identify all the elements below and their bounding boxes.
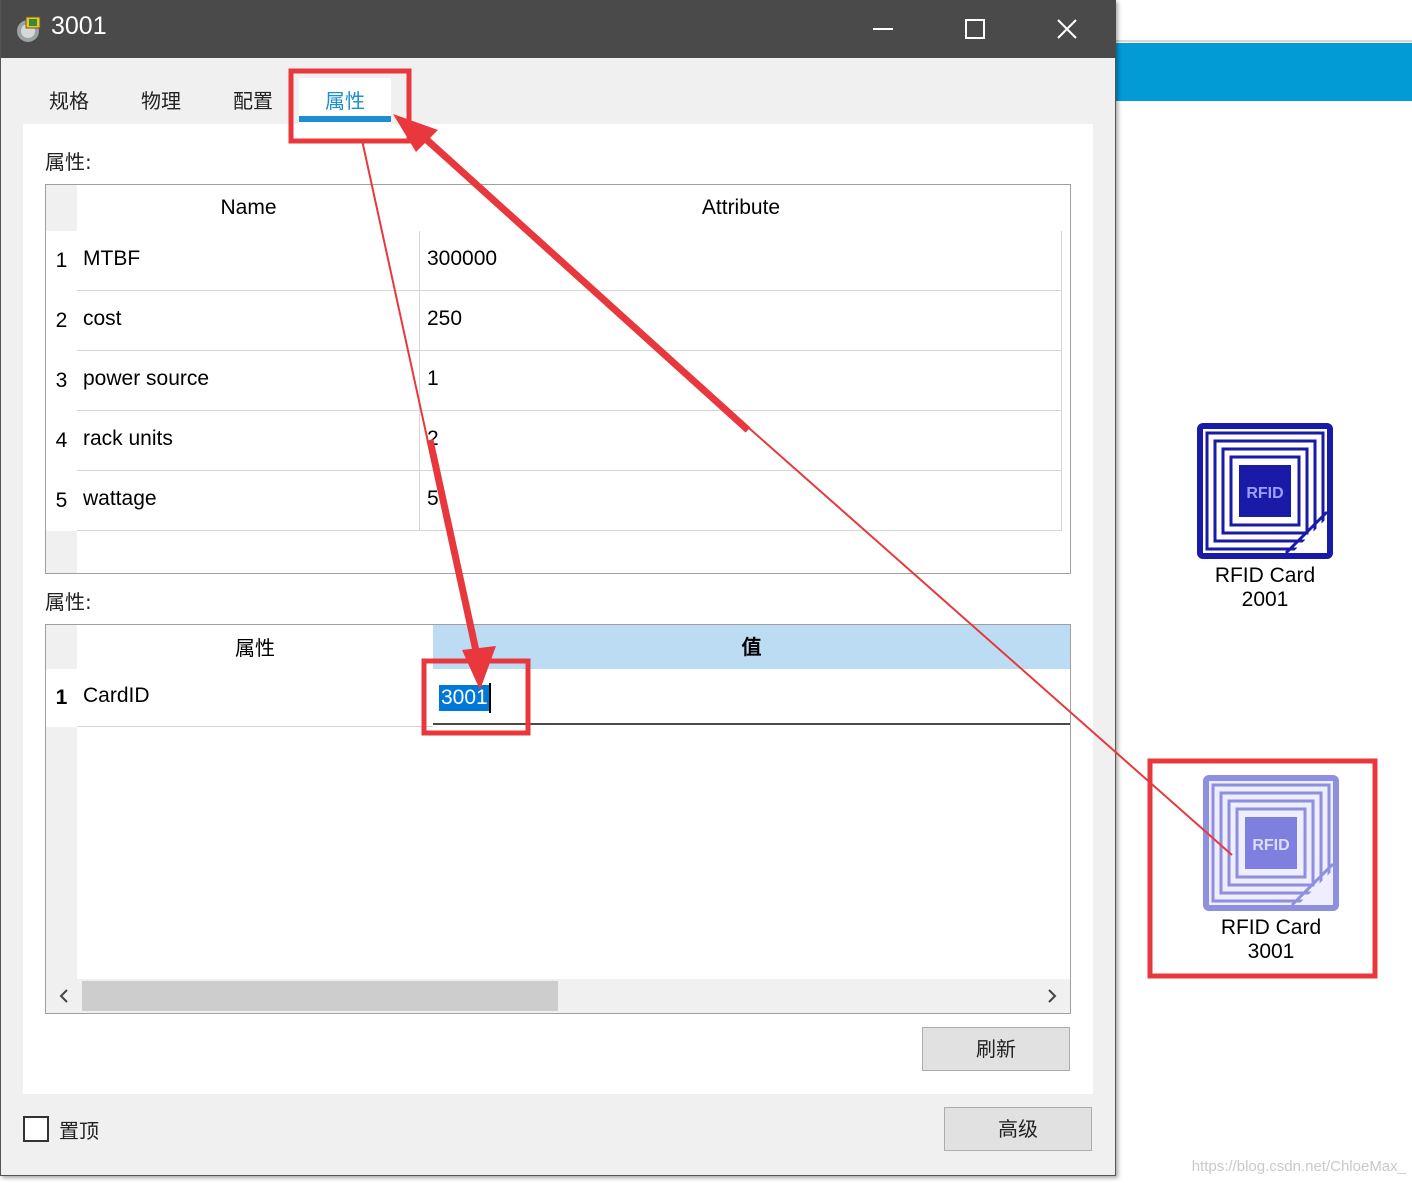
section-label-attributes: 属性: [45, 150, 92, 174]
maximize-icon [965, 19, 985, 39]
window-titlebar[interactable]: 3001 [1, 0, 1116, 58]
svg-text:RFID: RFID [1246, 485, 1283, 502]
active-tab-indicator [299, 116, 391, 122]
column-header-attribute[interactable]: Attribute [420, 185, 1062, 231]
cell-attribute[interactable]: 1 [420, 351, 1062, 411]
table-row[interactable]: 1 MTBF 300000 [46, 231, 1062, 291]
cell-name[interactable]: MTBF [77, 231, 420, 291]
row-number: 5 [55, 489, 68, 512]
tab-physical[interactable]: 物理 [115, 78, 207, 124]
table-row[interactable]: 2 cost 250 [46, 291, 1062, 351]
minimize-icon [873, 28, 893, 30]
cell-attribute[interactable]: 2 [420, 411, 1062, 471]
table-row[interactable]: 5 wattage 5 [46, 471, 1062, 531]
minimize-button[interactable] [837, 0, 929, 58]
column-header-value[interactable]: 值 [433, 625, 1070, 669]
table-row[interactable]: 1 CardID 3001 [46, 669, 1070, 727]
cell-name[interactable]: power source [77, 351, 420, 411]
cell-attribute[interactable]: 250 [420, 291, 1062, 351]
rfid-card-icon: RFID [1203, 775, 1339, 911]
cell-attribute[interactable]: 5 [420, 471, 1062, 531]
scrollbar-thumb[interactable] [82, 981, 558, 1011]
maximize-button[interactable] [929, 0, 1021, 58]
close-icon [1057, 19, 1077, 39]
tab-config[interactable]: 配置 [207, 78, 299, 124]
cell-name[interactable]: rack units [77, 411, 420, 471]
device-label-line2: 3001 [1247, 940, 1295, 963]
cell-property-name[interactable]: CardID [77, 669, 433, 727]
row-number: 1 [55, 249, 68, 272]
row-number: 3 [55, 369, 68, 392]
watermark: https://blog.csdn.net/ChloeMax_ [1191, 1158, 1406, 1175]
close-button[interactable] [1021, 0, 1113, 58]
device-config-window: 3001 规格 物理 配置 属性 属性: Name Attribute 1 MT… [0, 0, 1116, 1176]
workspace-toolbar-bar [1114, 43, 1412, 101]
row-number: 1 [46, 669, 77, 727]
scroll-left-icon[interactable] [54, 985, 74, 1007]
window-title: 3001 [51, 12, 107, 40]
cell-attribute[interactable]: 300000 [420, 231, 1062, 291]
text-caret [489, 683, 491, 713]
workspace-divider [1114, 40, 1412, 42]
card-id-selected-text[interactable]: 3001 [439, 685, 490, 711]
advanced-button[interactable]: 高级 [944, 1107, 1092, 1151]
table-row[interactable]: 3 power source 1 [46, 351, 1062, 411]
properties-table: 属性 值 1 CardID 3001 [45, 624, 1071, 1014]
device-label-line1: RFID Card [1220, 916, 1322, 939]
scroll-right-icon[interactable] [1042, 985, 1062, 1007]
card-id-editor[interactable]: 3001 [433, 669, 1070, 725]
rfid-card-icon: RFID [1197, 423, 1333, 559]
app-icon [17, 16, 41, 42]
horizontal-scrollbar[interactable] [46, 979, 1070, 1013]
tab-specs[interactable]: 规格 [23, 78, 115, 124]
row-number: 4 [55, 429, 68, 452]
device-label-line2: 2001 [1241, 588, 1289, 611]
always-on-top-label[interactable]: 置顶 [59, 1115, 99, 1144]
section-label-properties: 属性: [45, 590, 92, 614]
device-rfid-card-2001[interactable]: RFID RFID Card 2001 [1180, 422, 1350, 612]
svg-text:RFID: RFID [1252, 837, 1289, 854]
cell-name[interactable]: cost [77, 291, 420, 351]
column-header-name[interactable]: Name [77, 185, 420, 231]
column-header-property[interactable]: 属性 [77, 625, 433, 671]
row-number: 2 [55, 309, 68, 332]
device-label-line1: RFID Card [1214, 564, 1316, 587]
refresh-button[interactable]: 刷新 [922, 1027, 1070, 1071]
always-on-top-checkbox[interactable] [23, 1116, 49, 1142]
cell-name[interactable]: wattage [77, 471, 420, 531]
attributes-table: Name Attribute 1 MTBF 300000 2 cost 250 … [45, 184, 1071, 574]
device-rfid-card-3001[interactable]: RFID RFID Card 3001 [1186, 774, 1356, 964]
table-row[interactable]: 4 rack units 2 [46, 411, 1062, 471]
